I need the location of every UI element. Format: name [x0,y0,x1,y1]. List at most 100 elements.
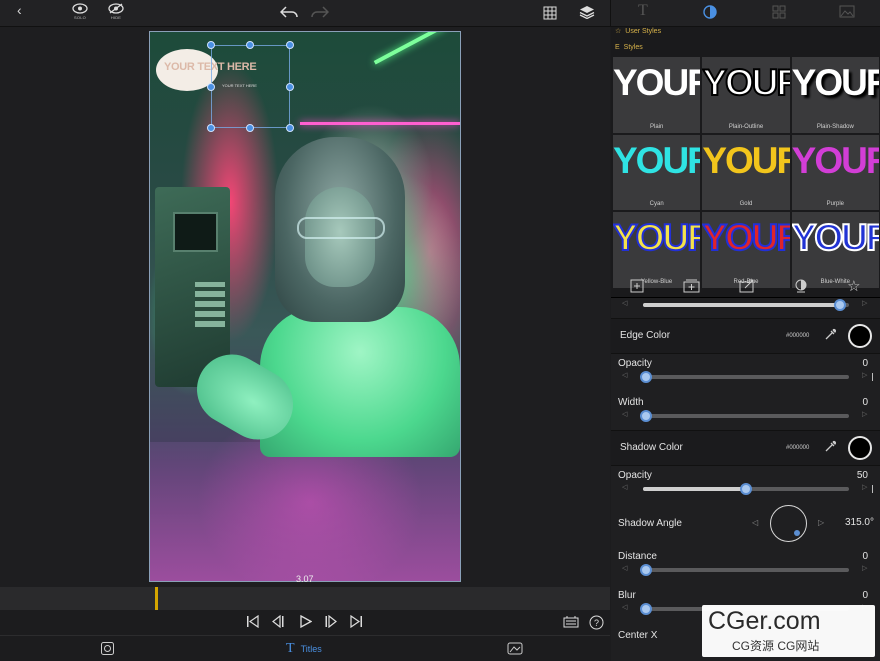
edge-color-hex: #000000 [786,333,810,339]
undo-button[interactable] [280,5,298,19]
increase-arrow-icon[interactable]: ▷ [862,410,867,418]
slider-track[interactable] [640,371,873,383]
resize-handle[interactable] [207,124,215,132]
resize-handle[interactable] [286,41,294,49]
solo-button[interactable]: SOLO [72,3,88,20]
eyedropper-icon[interactable] [824,328,837,341]
text-style-icon: T [638,2,648,19]
selection-box[interactable] [211,45,290,128]
undo-icon [280,6,298,18]
shadow-color-row[interactable]: Shadow Color #000000 [611,430,880,466]
tab-text[interactable]: T [638,2,648,19]
play-icon[interactable] [300,615,312,628]
timeline[interactable] [0,587,610,610]
redo-icon [311,6,329,18]
tab-appearance[interactable] [703,5,717,19]
edge-opacity-slider[interactable]: ◁ ▷ [611,370,880,384]
skip-to-start-icon[interactable] [246,615,260,628]
slider-knob[interactable] [834,299,846,311]
decrease-arrow-icon[interactable]: ◁ [622,564,627,572]
step-forward-icon[interactable] [324,615,338,628]
slider-track[interactable] [640,564,849,576]
help-icon[interactable]: ? [589,615,604,630]
skip-to-end-icon[interactable] [349,615,363,628]
distance-label: Distance [618,551,657,562]
style-preset[interactable]: YOUR Purple [791,134,879,211]
increase-arrow-icon[interactable]: ▷ [862,299,867,307]
resize-handle[interactable] [286,83,294,91]
decrease-arrow-icon[interactable]: ◁ [622,299,627,307]
slider-track[interactable] [640,410,849,422]
style-preset-sample: YOUR [613,139,700,181]
redo-button[interactable] [311,5,329,19]
favorite-star-icon[interactable]: ☆ [847,277,860,295]
decrease-arrow-icon[interactable]: ◁ [622,371,627,379]
add-title-box-icon[interactable] [683,279,700,293]
video-preview[interactable]: YOUR TEXT HERE YOUR TEXT HERE [149,31,461,582]
media-icon[interactable] [507,641,523,656]
width-value: 0 [862,397,868,408]
resize-handle[interactable] [286,124,294,132]
person-body [260,307,460,457]
increase-arrow-icon[interactable]: ▷ [862,564,867,572]
globe-icon[interactable] [794,279,808,293]
resize-handle[interactable] [246,124,254,132]
preview-canvas: YOUR TEXT HERE YOUR TEXT HERE 3.07 [0,27,610,587]
hide-eye-icon [108,3,124,14]
eyedropper-icon[interactable] [824,440,837,453]
style-preset[interactable]: YOUR Gold [702,134,790,211]
style-preset[interactable]: YOUR Plain-Shadow [791,57,879,133]
slider-knob[interactable] [640,371,652,383]
increase-arrow-icon[interactable]: ▷ [862,371,867,379]
layers-button[interactable] [579,5,595,19]
top-slider[interactable]: ◁ ▷ [611,298,880,312]
slider-track[interactable] [643,299,849,311]
width-slider[interactable]: ◁ ▷ [611,409,880,423]
step-back-icon[interactable] [271,615,285,628]
slider-tick [872,373,873,381]
shadow-angle-dial[interactable] [770,505,807,542]
edge-color-row[interactable]: Edge Color #000000 [611,318,880,354]
angle-indicator[interactable] [794,530,800,536]
slider-knob[interactable] [640,410,652,422]
decrease-arrow-icon[interactable]: ◁ [622,603,627,611]
style-preset[interactable]: YOUR Plain-Outline [702,57,790,133]
edge-color-label: Edge Color [620,330,671,341]
tab-image[interactable] [839,5,855,18]
export-box-icon[interactable] [739,279,755,293]
rotate-left-icon[interactable]: ◁ [752,518,758,527]
titles-button[interactable]: T Titles [286,641,322,657]
keyboard-icon[interactable] [563,615,579,628]
user-styles-section[interactable]: ☆ User Styles [615,27,661,36]
grid-button[interactable] [543,6,557,20]
resize-handle[interactable] [207,83,215,91]
slider-knob[interactable] [640,603,652,615]
playhead[interactable] [155,587,158,610]
shadow-color-swatch[interactable] [848,436,872,460]
frame-icon[interactable] [100,641,115,656]
hide-button[interactable]: HIDE [108,3,124,20]
resize-handle[interactable] [207,41,215,49]
slider-knob[interactable] [640,564,652,576]
slider-knob[interactable] [740,483,752,495]
increase-arrow-icon[interactable]: ▷ [862,483,867,491]
hide-caption: HIDE [110,15,122,20]
style-preset-sample: YOUR [613,62,700,103]
style-preset[interactable]: YOUR Cyan [613,134,701,211]
tab-arrange[interactable] [772,5,786,19]
decrease-arrow-icon[interactable]: ◁ [622,410,627,418]
distance-slider[interactable]: ◁ ▷ [611,563,880,577]
rotate-right-icon[interactable]: ▷ [818,518,824,527]
app-window: ‹ SOLO HIDE T YOUR TEXT HERE YOUR TEXT H… [0,0,880,661]
slider-track[interactable] [643,483,873,495]
edge-color-swatch[interactable] [848,324,872,348]
resize-handle[interactable] [246,41,254,49]
styles-section[interactable]: Ε Styles [615,44,643,51]
add-text-icon[interactable] [630,279,644,293]
style-preset[interactable]: YOUR Plain [613,57,701,133]
shadow-opacity-slider[interactable]: ◁ ▷ [611,482,880,496]
watermark-main: CGer.com [708,607,821,635]
decrease-arrow-icon[interactable]: ◁ [622,483,627,491]
back-button[interactable]: ‹ [17,3,22,17]
shadow-angle-value: 315.0° [844,517,874,528]
